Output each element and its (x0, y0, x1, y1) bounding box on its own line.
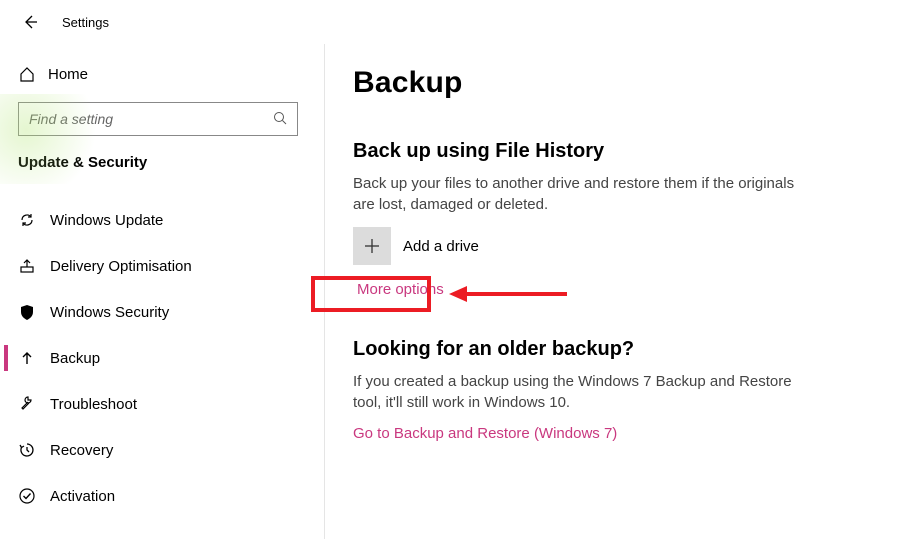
backup-restore-link[interactable]: Go to Backup and Restore (Windows 7) (353, 425, 617, 442)
sidebar-item-label: Windows Security (50, 304, 169, 321)
check-circle-icon (18, 487, 50, 505)
search-icon (273, 111, 287, 128)
plus-icon (353, 227, 391, 265)
sidebar-item-delivery-optimisation[interactable]: Delivery Optimisation (0, 243, 309, 289)
older-backup-desc: If you created a backup using the Window… (353, 371, 813, 413)
add-drive-label: Add a drive (403, 238, 479, 255)
page-title: Backup (353, 66, 902, 100)
sidebar-item-label: Recovery (50, 442, 113, 459)
header-title: Settings (62, 15, 109, 30)
more-options-link[interactable]: More options (357, 281, 444, 298)
sidebar-item-windows-update[interactable]: Windows Update (0, 197, 309, 243)
sidebar-item-backup[interactable]: Backup (0, 335, 309, 381)
sidebar-item-label: Activation (50, 488, 115, 505)
sidebar-item-activation[interactable]: Activation (0, 473, 309, 519)
delivery-icon (18, 257, 50, 275)
sidebar-item-recovery[interactable]: Recovery (0, 427, 309, 473)
sidebar-item-troubleshoot[interactable]: Troubleshoot (0, 381, 309, 427)
file-history-desc: Back up your files to another drive and … (353, 173, 813, 215)
sidebar-item-label: Delivery Optimisation (50, 258, 192, 275)
older-backup-heading: Looking for an older backup? (353, 338, 902, 361)
sidebar-item-label: Backup (50, 350, 100, 367)
window-header: Settings (0, 0, 922, 44)
search-input[interactable] (29, 111, 273, 127)
sidebar: Home Update & Security (0, 44, 325, 539)
sidebar-item-label: Troubleshoot (50, 396, 137, 413)
main-content: Backup Back up using File History Back u… (325, 44, 922, 539)
home-icon (18, 65, 48, 83)
sidebar-home[interactable]: Home (18, 54, 309, 94)
backup-arrow-icon (18, 349, 50, 367)
annotation-arrow (449, 284, 569, 307)
recovery-icon (18, 441, 50, 459)
home-label: Home (48, 66, 88, 83)
wrench-icon (18, 395, 50, 413)
search-input-container[interactable] (18, 102, 298, 136)
add-drive-button[interactable]: Add a drive (353, 227, 902, 265)
sidebar-category-heading: Update & Security (18, 154, 309, 171)
sidebar-item-label: Windows Update (50, 212, 163, 229)
sync-icon (18, 211, 50, 229)
sidebar-item-windows-security[interactable]: Windows Security (0, 289, 309, 335)
shield-icon (18, 303, 50, 321)
file-history-heading: Back up using File History (353, 140, 902, 163)
back-icon[interactable] (20, 12, 40, 32)
